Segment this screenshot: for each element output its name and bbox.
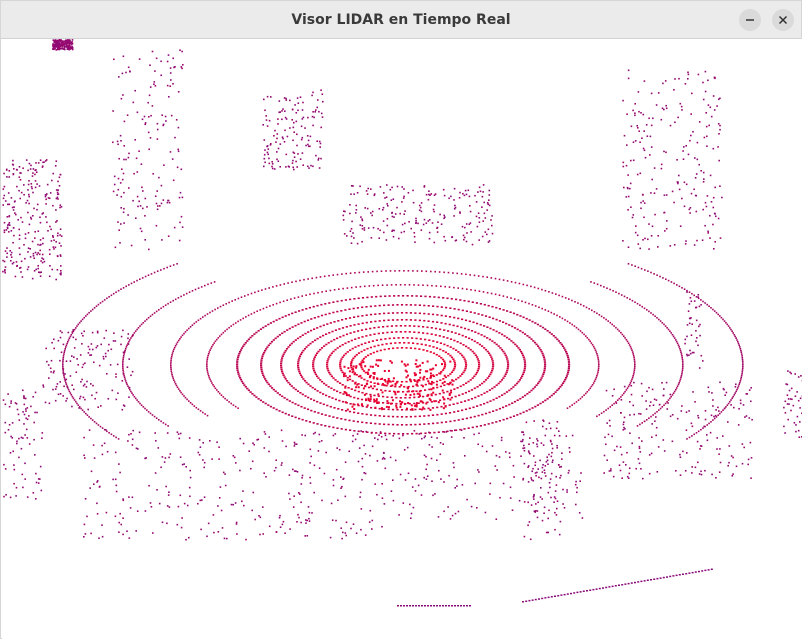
app-window: Visor LIDAR en Tiempo Real <box>0 0 802 639</box>
point-cloud <box>2 39 802 607</box>
title-bar[interactable]: Visor LIDAR en Tiempo Real <box>1 1 801 39</box>
close-button[interactable] <box>772 9 794 31</box>
far-points <box>2 39 802 607</box>
close-icon <box>778 15 788 25</box>
near-points <box>343 359 454 411</box>
lidar-viewport[interactable] <box>2 39 802 639</box>
window-title: Visor LIDAR en Tiempo Real <box>291 12 511 28</box>
minimize-button[interactable] <box>739 9 761 31</box>
minimize-icon <box>745 15 755 25</box>
scan-rings <box>62 263 744 440</box>
